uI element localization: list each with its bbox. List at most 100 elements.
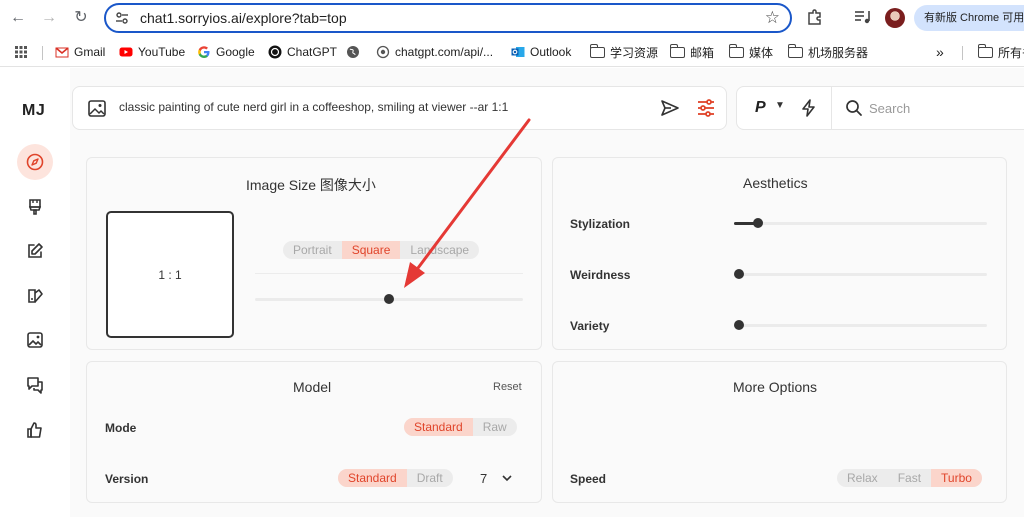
- bookmark-globe[interactable]: [346, 44, 360, 60]
- weirdness-slider[interactable]: [734, 273, 987, 276]
- settings-sliders-icon[interactable]: [696, 98, 716, 118]
- more-options-card: More Options Speed Relax Fast Turbo: [552, 361, 1007, 503]
- version-selector: Standard Draft: [338, 469, 453, 487]
- folder-icon: [787, 43, 803, 58]
- image-icon: [27, 332, 43, 348]
- nav-chat[interactable]: [22, 372, 48, 398]
- mode-label: Mode: [105, 421, 137, 435]
- search-icon: [846, 100, 862, 116]
- gmail-icon: [55, 47, 69, 58]
- folder-icon: [728, 43, 744, 58]
- chevron-down-icon[interactable]: ▼: [775, 100, 785, 111]
- bookmark-outlook[interactable]: Outlook: [511, 44, 571, 60]
- bookmark-chatgpt-api[interactable]: chatgpt.com/api/...: [376, 44, 493, 60]
- globe-icon: [347, 46, 359, 58]
- browser-toolbar: ← → ↻ chat1.sorryios.ai/explore?tab=top …: [0, 0, 1024, 37]
- mode-standard[interactable]: Standard: [404, 418, 473, 436]
- toolbar-right: P ▼: [736, 86, 1024, 130]
- stylization-slider-handle[interactable]: [753, 218, 763, 228]
- main-panel: classic painting of cute nerd girl in a …: [70, 68, 1024, 517]
- outlook-icon: [511, 47, 525, 57]
- speed-selector: Relax Fast Turbo: [837, 469, 982, 487]
- apps-grid-icon[interactable]: [14, 45, 28, 59]
- variety-label: Variety: [570, 319, 610, 333]
- folder-icon: [977, 43, 993, 58]
- nav-explore[interactable]: [17, 144, 53, 180]
- send-icon[interactable]: [660, 98, 680, 118]
- weirdness-slider-handle[interactable]: [734, 269, 744, 279]
- image-prompt-icon[interactable]: [88, 100, 106, 117]
- profile-avatar[interactable]: [885, 8, 905, 28]
- bookmarks-bar: Gmail YouTube Google ChatGPT chatgpt.com…: [0, 37, 1024, 67]
- nav-gallery[interactable]: [22, 327, 48, 353]
- nav-edit[interactable]: [22, 238, 48, 264]
- aspect-ratio-slider-handle[interactable]: [384, 294, 394, 304]
- bookmark-star-icon[interactable]: ☆: [765, 8, 780, 28]
- back-icon[interactable]: ←: [8, 8, 28, 28]
- bookmarks-separator: [962, 46, 963, 60]
- speed-relax[interactable]: Relax: [837, 469, 888, 487]
- search-input[interactable]: [869, 96, 1009, 120]
- personalize-toggle[interactable]: P: [755, 99, 766, 117]
- reset-button[interactable]: Reset: [493, 381, 522, 393]
- prompt-input[interactable]: classic painting of cute nerd girl in a …: [119, 100, 508, 114]
- bookmark-folder-servers[interactable]: 机场服务器: [787, 43, 868, 60]
- variety-slider[interactable]: [734, 324, 987, 327]
- image-size-title: Image Size 图像大小: [246, 177, 376, 193]
- speed-fast[interactable]: Fast: [888, 469, 931, 487]
- aspect-ratio-label: 1 : 1: [158, 268, 182, 282]
- nav-rank[interactable]: [22, 417, 48, 443]
- orientation-square[interactable]: Square: [341, 241, 401, 259]
- compass-icon: [26, 153, 44, 171]
- version-number[interactable]: 7: [480, 471, 487, 486]
- weirdness-label: Weirdness: [570, 268, 631, 282]
- orientation-selector: Portrait Square Landscape: [283, 241, 480, 259]
- youtube-icon: [119, 47, 133, 57]
- prompt-bar[interactable]: classic painting of cute nerd girl in a …: [72, 86, 727, 130]
- aspect-ratio-preview: 1 : 1: [106, 211, 234, 338]
- globe-icon: [376, 45, 390, 59]
- speed-label: Speed: [570, 472, 607, 486]
- site-info-icon[interactable]: [114, 10, 130, 26]
- bookmark-gmail[interactable]: Gmail: [55, 44, 105, 60]
- more-bookmarks-button[interactable]: »: [936, 44, 944, 60]
- stylization-label: Stylization: [570, 217, 631, 231]
- stylization-slider[interactable]: [734, 222, 987, 225]
- brush-icon: [28, 199, 42, 215]
- folder-icon: [669, 43, 685, 58]
- speed-turbo[interactable]: Turbo: [931, 469, 982, 487]
- media-control-icon[interactable]: [854, 9, 872, 25]
- version-draft[interactable]: Draft: [407, 469, 453, 487]
- bolt-icon[interactable]: [801, 99, 817, 117]
- bookmark-youtube[interactable]: YouTube: [119, 44, 185, 60]
- chrome-update-button[interactable]: 有新版 Chrome 可用: [914, 5, 1024, 31]
- bookmark-google[interactable]: Google: [197, 44, 255, 60]
- app-sidebar: MJ: [0, 68, 70, 517]
- bookmark-folder-media[interactable]: 媒体: [728, 43, 773, 60]
- bookmark-folder-learning[interactable]: 学习资源: [589, 43, 658, 60]
- forward-icon[interactable]: →: [39, 8, 59, 28]
- folders-icon: [28, 289, 43, 303]
- extensions-icon[interactable]: [806, 8, 824, 26]
- bookmark-folder-mail[interactable]: 邮箱: [669, 43, 714, 60]
- model-card: Model Reset Mode Standard Raw Version St…: [86, 361, 542, 503]
- bookmark-chatgpt[interactable]: ChatGPT: [268, 44, 337, 60]
- reload-icon[interactable]: ↻: [71, 8, 91, 28]
- edit-icon: [28, 243, 43, 258]
- chevron-down-icon[interactable]: [502, 474, 512, 482]
- version-standard[interactable]: Standard: [338, 469, 407, 487]
- orientation-portrait[interactable]: Portrait: [283, 241, 342, 259]
- variety-slider-handle[interactable]: [734, 320, 744, 330]
- app-logo[interactable]: MJ: [22, 102, 45, 120]
- aesthetics-title: Aesthetics: [743, 175, 808, 191]
- address-bar[interactable]: chat1.sorryios.ai/explore?tab=top ☆: [104, 3, 792, 33]
- bookmarks-separator: [42, 46, 43, 60]
- nav-create[interactable]: [22, 194, 48, 220]
- openai-icon: [268, 45, 282, 59]
- bookmark-all-folders[interactable]: 所有书签: [977, 43, 1024, 60]
- mode-raw[interactable]: Raw: [473, 418, 517, 436]
- orientation-landscape[interactable]: Landscape: [400, 241, 479, 259]
- nav-organize[interactable]: [22, 283, 48, 309]
- url-text[interactable]: chat1.sorryios.ai/explore?tab=top: [140, 10, 347, 26]
- aesthetics-card: Aesthetics Stylization Weirdness Variety: [552, 157, 1007, 350]
